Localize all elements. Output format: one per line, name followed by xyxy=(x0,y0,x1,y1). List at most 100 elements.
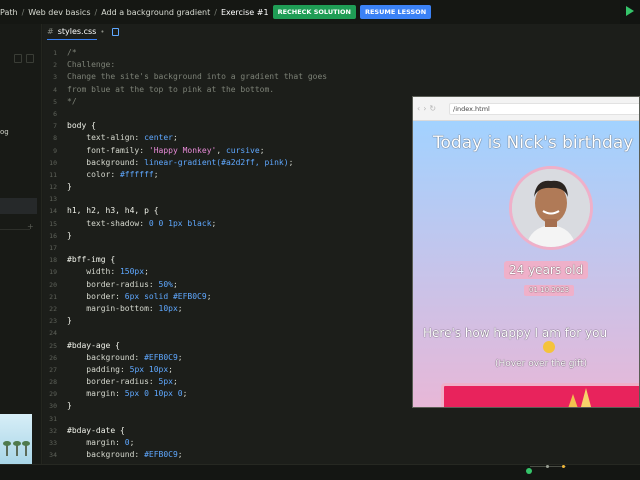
code-token: border-radius: xyxy=(67,377,159,387)
code-token: } xyxy=(67,401,72,411)
code-token: from blue at the top to pink at the bott… xyxy=(67,84,275,94)
line-text: } xyxy=(67,400,72,412)
line-number: 2 xyxy=(53,61,57,70)
line-number: 1 xyxy=(53,49,57,57)
line-text: background: #EFB0C9; xyxy=(67,352,182,364)
code-line[interactable]: 2 Challenge: xyxy=(43,59,640,71)
sidebar-toolbar xyxy=(14,54,34,63)
code-token: ; xyxy=(288,157,294,167)
bday-date: 01.10.2023 xyxy=(524,285,575,296)
code-token: 5px 10px xyxy=(129,364,169,374)
recheck-solution-button[interactable]: RECHECK SOLUTION xyxy=(272,5,356,19)
line-number: 12 xyxy=(49,183,57,192)
code-token: 6px solid #EFB0C9 xyxy=(124,291,207,301)
breadcrumb-separator: / xyxy=(21,7,25,17)
portrait-icon xyxy=(512,169,590,247)
plus-icon[interactable]: + xyxy=(27,222,34,231)
code-token: Challenge: xyxy=(67,60,116,70)
code-token: 0 0 1px black xyxy=(148,218,212,228)
back-forward-refresh-icons[interactable]: ‹›↻ xyxy=(417,104,439,113)
line-number: 24 xyxy=(49,329,57,338)
code-token: */ xyxy=(67,96,77,106)
breadcrumb-course[interactable]: Web dev basics xyxy=(28,8,90,17)
code-token: #EFB0C9 xyxy=(144,450,178,460)
sidebar-item-selected[interactable] xyxy=(0,198,37,214)
code-token: 50% xyxy=(158,279,173,289)
breadcrumb-current: Exercise #1 xyxy=(220,7,269,17)
code-token: text-align: xyxy=(67,133,145,143)
line-text: border: 6px solid #EFB0C9; xyxy=(67,291,211,303)
code-line[interactable]: 3 Change the site's background into a gra… xyxy=(43,71,640,83)
sidebar-item-label[interactable]: og xyxy=(0,128,9,136)
line-text: border-radius: 5px; xyxy=(67,376,178,388)
line-number: 15 xyxy=(49,219,57,228)
bff-img xyxy=(509,166,593,250)
url-bar[interactable]: /index.html xyxy=(449,103,639,115)
line-text: text-align: center; xyxy=(67,132,178,144)
code-token: width: xyxy=(67,267,120,277)
code-token: #bday-age { xyxy=(67,340,120,350)
code-line[interactable]: 4 from blue at the top to pink at the bot… xyxy=(43,84,640,96)
palm-leaves xyxy=(13,441,21,446)
code-token: border: xyxy=(67,291,125,301)
happy-message: Here's how happy I am for you xyxy=(423,326,608,340)
video-thumbnail[interactable] xyxy=(0,414,32,464)
play-icon[interactable] xyxy=(626,6,634,16)
progress-dot-highlight[interactable] xyxy=(562,465,565,468)
status-bar xyxy=(0,464,640,480)
line-text: margin: 0; xyxy=(67,437,134,449)
code-token: 5px 0 10px 0 xyxy=(124,389,183,399)
code-line[interactable]: 33 margin: 0; xyxy=(43,437,640,449)
resume-lesson-button[interactable]: RESUME LESSON xyxy=(359,5,432,19)
code-token: ; xyxy=(172,279,178,289)
tab-label: styles.css xyxy=(57,27,97,36)
code-token: margin: xyxy=(67,389,125,399)
new-folder-icon[interactable] xyxy=(26,54,34,63)
breadcrumb-path[interactable]: Path xyxy=(0,8,18,17)
code-token: 10px xyxy=(158,303,178,313)
code-line[interactable]: 34 background: #EFB0C9; xyxy=(43,449,640,461)
code-token: Change the site's background into a grad… xyxy=(67,72,328,82)
new-file-icon[interactable] xyxy=(14,54,22,63)
code-token: 150px xyxy=(119,267,145,277)
code-token: padding: xyxy=(67,364,130,374)
line-number: 20 xyxy=(49,280,57,289)
progress-dot-active[interactable] xyxy=(526,468,532,474)
breadcrumb-separator: / xyxy=(214,7,217,17)
preview-page: Today is Nick's birthday 24 years old 01… xyxy=(413,121,639,407)
code-token: margin-bottom: xyxy=(67,303,159,313)
line-text: } xyxy=(67,230,72,242)
code-token: background: xyxy=(67,352,145,362)
code-token: #bday-date { xyxy=(67,425,125,435)
active-tab-indicator xyxy=(47,39,97,40)
code-token: #EFB0C9 xyxy=(144,352,178,362)
line-text: #bff-img { xyxy=(67,254,115,266)
code-token: /* xyxy=(67,48,77,57)
line-text: text-shadow: 0 0 1px black; xyxy=(67,218,216,230)
tab-styles-css[interactable]: # styles.css • xyxy=(47,27,120,36)
line-text: Change the site's background into a grad… xyxy=(67,71,327,83)
line-number: 33 xyxy=(49,439,57,447)
line-text: /* xyxy=(67,47,77,59)
line-number: 23 xyxy=(49,317,57,326)
code-line[interactable]: 32 #bday-date { xyxy=(43,425,640,437)
browser-preview[interactable]: ‹›↻ /index.html Today is Nick's birthday… xyxy=(412,96,640,408)
code-line[interactable]: 31 xyxy=(43,413,640,425)
line-number: 22 xyxy=(49,304,57,313)
progress-dot[interactable] xyxy=(546,465,549,468)
line-text: margin: 5px 0 10px 0; xyxy=(67,388,187,400)
breadcrumb-lesson[interactable]: Add a background gradient xyxy=(101,8,210,17)
code-token: ; xyxy=(153,169,159,179)
file-copy-icon[interactable] xyxy=(112,27,120,36)
line-number: 3 xyxy=(53,73,57,82)
line-text: h1, h2, h3, h4, p { xyxy=(67,205,159,217)
line-number: 18 xyxy=(49,256,57,265)
modified-indicator: • xyxy=(100,27,105,36)
line-number: 14 xyxy=(49,207,57,216)
gift-box[interactable] xyxy=(441,383,639,407)
code-token: ; xyxy=(168,364,173,374)
code-token: ; xyxy=(177,450,183,460)
line-number: 17 xyxy=(49,244,57,252)
line-number: 11 xyxy=(49,170,57,179)
code-line[interactable]: 1 /* xyxy=(43,47,640,59)
